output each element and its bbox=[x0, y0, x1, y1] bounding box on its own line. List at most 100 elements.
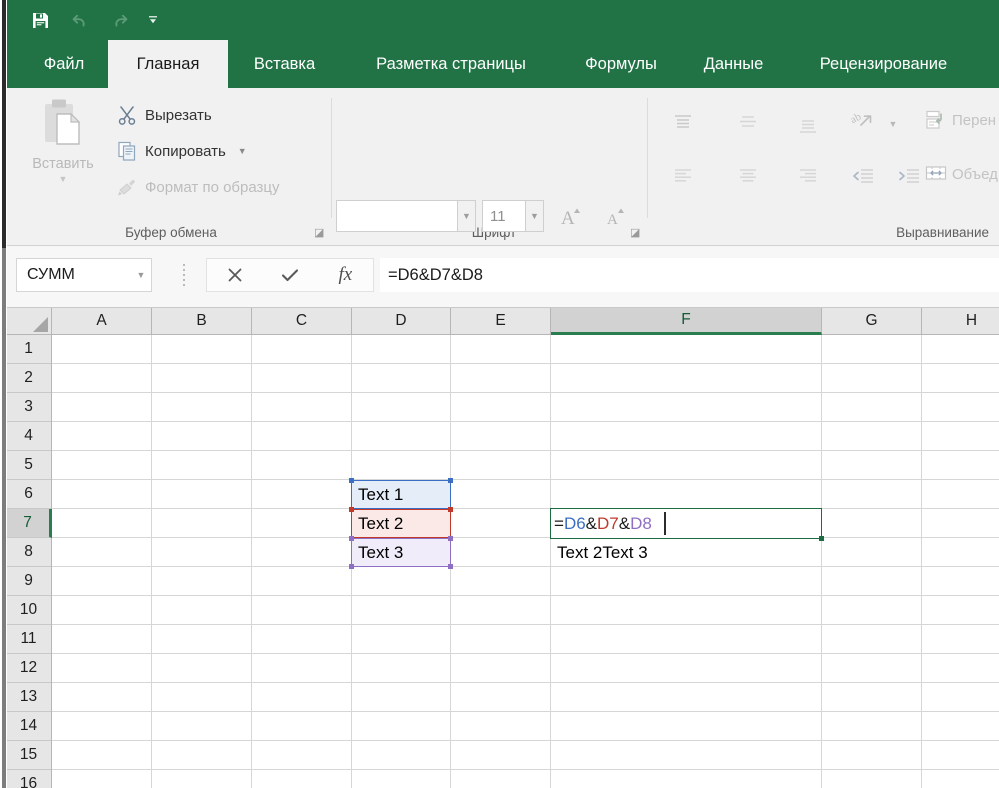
tab-home[interactable]: Главная bbox=[108, 40, 228, 88]
select-all-button[interactable] bbox=[6, 308, 52, 335]
cell-f8[interactable]: Text 2Text 3 bbox=[552, 538, 817, 567]
gridline-horizontal bbox=[52, 363, 999, 364]
row-header-4[interactable]: 4 bbox=[6, 422, 51, 451]
format-painter-label: Формат по образцу bbox=[145, 178, 280, 196]
tab-data[interactable]: Данные bbox=[681, 40, 786, 88]
column-header-h[interactable]: H bbox=[922, 308, 999, 334]
redo-icon[interactable] bbox=[100, 3, 140, 37]
align-bottom-icon[interactable] bbox=[791, 114, 825, 140]
wrap-text-icon[interactable] bbox=[923, 106, 949, 134]
row-header-15[interactable]: 15 bbox=[6, 741, 51, 770]
insert-function-icon[interactable]: fx bbox=[318, 259, 373, 291]
svg-text:A: A bbox=[561, 208, 575, 229]
clipboard-dialog-launcher-icon[interactable]: ◪ bbox=[314, 226, 328, 240]
formula-bar-buttons: fx bbox=[206, 258, 374, 292]
shrink-font-button[interactable]: A bbox=[598, 200, 632, 232]
formula-bar-area: СУММ ▼ fx =D6&D7&D8 bbox=[6, 246, 999, 308]
scissors-icon bbox=[118, 106, 136, 125]
orientation-dropdown-caret-icon[interactable]: ▼ bbox=[886, 114, 900, 134]
select-all-triangle-icon bbox=[33, 317, 48, 332]
title-bar bbox=[6, 0, 999, 40]
copy-icon bbox=[118, 141, 136, 161]
row-header-16[interactable]: 16 bbox=[6, 770, 51, 788]
gridline-horizontal bbox=[52, 769, 999, 770]
tab-formulas[interactable]: Формулы bbox=[561, 40, 681, 88]
row-header-3[interactable]: 3 bbox=[6, 393, 51, 422]
orientation-icon[interactable]: ab bbox=[846, 106, 880, 136]
row-header-1[interactable]: 1 bbox=[6, 335, 51, 364]
gridline-horizontal bbox=[52, 450, 999, 451]
font-size-input[interactable]: 11 bbox=[482, 200, 526, 232]
align-middle-icon[interactable] bbox=[731, 110, 765, 136]
row-header-9[interactable]: 9 bbox=[6, 567, 51, 596]
undo-icon[interactable] bbox=[60, 3, 100, 37]
align-right-icon[interactable] bbox=[791, 164, 825, 190]
formula-bar-grip bbox=[182, 264, 186, 286]
gridline-vertical bbox=[821, 335, 822, 788]
font-dialog-launcher-icon[interactable]: ◪ bbox=[630, 226, 644, 240]
increase-indent-icon[interactable] bbox=[892, 164, 926, 190]
cell-canvas[interactable]: Text 1 Text 2 Text 3 Text 2Text 3 = D6 &… bbox=[52, 335, 999, 788]
font-name-input[interactable] bbox=[336, 200, 458, 232]
align-center-icon[interactable] bbox=[731, 164, 765, 190]
gridline-horizontal bbox=[52, 537, 999, 538]
tab-file[interactable]: Файл bbox=[20, 40, 108, 88]
merge-cells-label: Объед bbox=[952, 166, 998, 183]
row-header-8[interactable]: 8 bbox=[6, 538, 51, 567]
tab-page-layout[interactable]: Разметка страницы bbox=[341, 40, 561, 88]
copy-dropdown-caret-icon[interactable]: ▼ bbox=[238, 146, 247, 156]
column-header-f[interactable]: F bbox=[551, 308, 822, 335]
cell-d6[interactable]: Text 1 bbox=[353, 480, 450, 509]
name-box-dropdown-caret-icon[interactable]: ▼ bbox=[131, 258, 151, 292]
fill-handle[interactable] bbox=[819, 536, 824, 541]
decrease-indent-icon[interactable] bbox=[846, 164, 880, 190]
cell-d8[interactable]: Text 3 bbox=[353, 538, 450, 567]
column-header-e[interactable]: E bbox=[451, 308, 551, 334]
row-header-5[interactable]: 5 bbox=[6, 451, 51, 480]
row-header-11[interactable]: 11 bbox=[6, 625, 51, 654]
save-icon[interactable] bbox=[20, 3, 60, 37]
row-header-2[interactable]: 2 bbox=[6, 364, 51, 393]
format-painter-icon bbox=[118, 179, 136, 196]
gridline-horizontal bbox=[52, 595, 999, 596]
enter-formula-icon[interactable] bbox=[262, 259, 317, 291]
paste-button[interactable]: Вставить ▼ bbox=[20, 96, 106, 214]
gridline-vertical bbox=[251, 335, 252, 788]
row-header-6[interactable]: 6 bbox=[6, 480, 51, 509]
cancel-formula-icon[interactable] bbox=[207, 259, 262, 291]
column-header-a[interactable]: A bbox=[52, 308, 152, 334]
group-separator bbox=[331, 98, 332, 218]
row-header-13[interactable]: 13 bbox=[6, 683, 51, 712]
format-painter-button[interactable]: Формат по образцу bbox=[116, 176, 280, 198]
column-header-d[interactable]: D bbox=[352, 308, 451, 334]
row-header-10[interactable]: 10 bbox=[6, 596, 51, 625]
gridline-vertical bbox=[921, 335, 922, 788]
copy-label: Копировать bbox=[145, 142, 226, 160]
row-header-7[interactable]: 7 bbox=[6, 509, 52, 538]
cut-button[interactable]: Вырезать bbox=[116, 104, 212, 126]
paste-dropdown-caret-icon[interactable]: ▼ bbox=[59, 174, 68, 184]
align-top-icon[interactable] bbox=[666, 110, 700, 136]
cell-d7[interactable]: Text 2 bbox=[353, 509, 450, 538]
gridline-horizontal bbox=[52, 653, 999, 654]
group-separator bbox=[647, 98, 648, 218]
copy-button[interactable]: Копировать ▼ bbox=[116, 140, 247, 162]
excel-window: Файл Главная Вставка Разметка страницы Ф… bbox=[0, 0, 999, 788]
column-header-c[interactable]: C bbox=[252, 308, 352, 334]
merge-cells-icon[interactable] bbox=[923, 160, 949, 188]
grow-font-icon: A bbox=[561, 208, 580, 229]
align-left-icon[interactable] bbox=[666, 164, 700, 190]
font-size-dropdown-caret-icon[interactable]: ▼ bbox=[526, 200, 544, 232]
formula-token-ref-d8: D8 bbox=[630, 513, 652, 533]
tab-insert[interactable]: Вставка bbox=[228, 40, 341, 88]
gridline-horizontal bbox=[52, 682, 999, 683]
formula-input[interactable]: =D6&D7&D8 bbox=[380, 258, 999, 292]
column-header-g[interactable]: G bbox=[822, 308, 922, 334]
tab-review[interactable]: Рецензирование bbox=[786, 40, 981, 88]
font-name-dropdown-caret-icon[interactable]: ▼ bbox=[458, 200, 476, 232]
grow-font-button[interactable]: A bbox=[554, 200, 588, 232]
row-header-12[interactable]: 12 bbox=[6, 654, 51, 683]
customize-qat-icon[interactable] bbox=[140, 3, 166, 37]
column-header-b[interactable]: B bbox=[152, 308, 252, 334]
row-header-14[interactable]: 14 bbox=[6, 712, 51, 741]
